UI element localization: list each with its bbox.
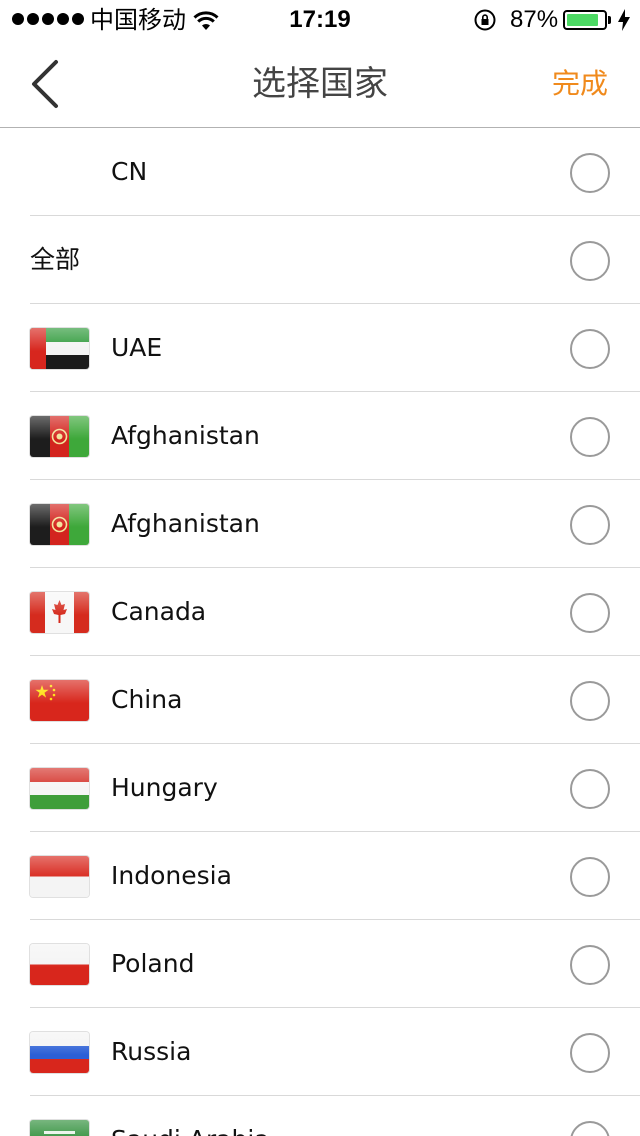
afghanistan-flag-icon — [30, 416, 89, 457]
list-item-label: Afghanistan — [111, 509, 260, 538]
charging-bolt-icon — [618, 9, 630, 31]
list-item-indonesia[interactable]: Indonesia — [0, 832, 640, 920]
list-item-canada[interactable]: Canada — [0, 568, 640, 656]
list-item-label: Canada — [111, 597, 207, 626]
battery-nub — [608, 16, 611, 24]
radio-button[interactable] — [570, 681, 610, 721]
battery-icon — [563, 10, 607, 30]
status-bar: 中国移动 17:19 87% — [0, 0, 640, 40]
list-item-label: Afghanistan — [111, 421, 260, 450]
list-item-all[interactable]: 全部 — [0, 216, 640, 304]
done-button[interactable]: 完成 — [552, 64, 608, 104]
radio-button[interactable] — [570, 1121, 610, 1136]
radio-button[interactable] — [570, 153, 610, 193]
radio-button[interactable] — [570, 769, 610, 809]
list-item-label: Saudi Arabia — [111, 1096, 270, 1136]
poland-flag-icon — [30, 944, 89, 985]
radio-button[interactable] — [570, 329, 610, 369]
radio-button[interactable] — [570, 241, 610, 281]
radio-button[interactable] — [570, 505, 610, 545]
radio-button[interactable] — [570, 417, 610, 457]
country-list: CN 全部 UAE Afghanistan Afghanistan Canada… — [0, 128, 640, 1136]
afghanistan-flag-icon — [30, 504, 89, 545]
list-item-afghanistan[interactable]: Afghanistan — [0, 480, 640, 568]
list-item-russia[interactable]: Russia — [0, 1008, 640, 1096]
uae-flag-icon — [30, 328, 89, 369]
list-item-label: Poland — [111, 949, 195, 978]
navigation-bar: 选择国家 完成 — [0, 40, 640, 128]
list-item-cn[interactable]: CN — [0, 128, 640, 216]
list-item-label: UAE — [111, 333, 163, 362]
list-item-label: Russia — [111, 1037, 192, 1066]
hungary-flag-icon — [30, 768, 89, 809]
radio-button[interactable] — [570, 1033, 610, 1073]
radio-button[interactable] — [570, 593, 610, 633]
indonesia-flag-icon — [30, 856, 89, 897]
china-flag-icon — [30, 680, 89, 721]
list-item-label: Hungary — [111, 773, 218, 802]
radio-button[interactable] — [570, 857, 610, 897]
list-item-uae[interactable]: UAE — [0, 304, 640, 392]
list-item-label: CN — [111, 157, 148, 186]
list-item-china[interactable]: China — [0, 656, 640, 744]
battery-percentage: 87% — [510, 6, 559, 33]
list-item-label: China — [111, 685, 183, 714]
list-item-poland[interactable]: Poland — [0, 920, 640, 1008]
list-item-saudi-arabia[interactable]: Saudi Arabia — [0, 1096, 640, 1136]
list-item-afghanistan[interactable]: Afghanistan — [0, 392, 640, 480]
radio-button[interactable] — [570, 945, 610, 985]
list-item-hungary[interactable]: Hungary — [0, 744, 640, 832]
rotation-lock-icon — [474, 9, 496, 31]
saudi-arabia-flag-icon — [30, 1120, 89, 1136]
page-title: 选择国家 — [252, 64, 388, 104]
canada-flag-icon — [30, 592, 89, 633]
list-item-label: Indonesia — [111, 861, 232, 890]
russia-flag-icon — [30, 1032, 89, 1073]
country-picker-screen: 中国移动 17:19 87% 选择国家 完成 CN 全部 UAE Afghani… — [0, 0, 640, 1136]
list-item-label: 全部 — [30, 245, 81, 274]
